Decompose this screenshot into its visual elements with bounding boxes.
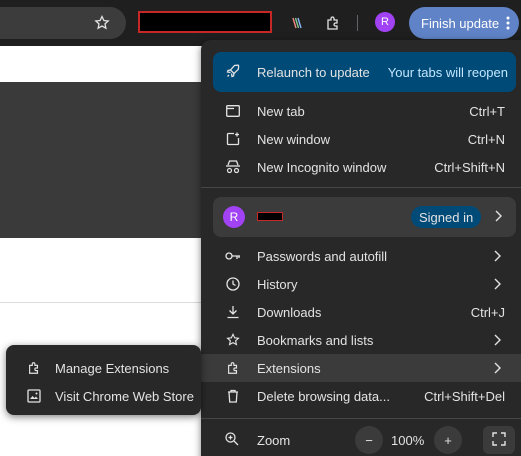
- menu-item-new-incognito-window[interactable]: New Incognito window Ctrl+Shift+N: [201, 153, 521, 181]
- star-icon[interactable]: [91, 12, 113, 34]
- menu-item-label: New Incognito window: [257, 160, 387, 175]
- submenu-item-label: Visit Chrome Web Store: [55, 389, 194, 404]
- profile-avatar: R: [223, 206, 245, 228]
- chevron-right-icon: [493, 334, 501, 349]
- star-icon: [225, 332, 241, 348]
- toolbar-separator: [357, 15, 358, 31]
- menu-item-label: History: [257, 277, 298, 292]
- menu-item-new-window[interactable]: New window Ctrl+N: [201, 125, 521, 153]
- fullscreen-icon: [492, 431, 506, 449]
- key-icon: [225, 248, 241, 264]
- menu-item-label: New tab: [257, 104, 305, 119]
- fullscreen-button[interactable]: [483, 426, 515, 454]
- web-store-icon: [26, 388, 42, 404]
- menu-item-bookmarks-and-lists[interactable]: Bookmarks and lists: [201, 326, 521, 354]
- rocket-icon: [225, 63, 241, 82]
- submenu-item-visit-chrome-web-store[interactable]: Visit Chrome Web Store: [6, 382, 201, 410]
- zoom-icon: [225, 432, 239, 449]
- extensions-submenu: Manage Extensions Visit Chrome Web Store: [6, 345, 201, 415]
- chrome-main-menu: Relaunch to update Your tabs will reopen…: [201, 40, 521, 456]
- incognito-icon: [225, 159, 241, 175]
- menu-divider: [201, 187, 521, 188]
- menu-item-shortcut: Ctrl+J: [470, 305, 505, 320]
- chevron-right-icon: [493, 250, 501, 265]
- menu-item-history[interactable]: History: [201, 270, 521, 298]
- menu-item-shortcut: Ctrl+Shift+N: [434, 160, 505, 175]
- chevron-right-icon: [494, 210, 502, 225]
- zoom-minus-glyph: −: [365, 432, 373, 448]
- new-window-icon: [225, 131, 241, 147]
- relaunch-to-update-button[interactable]: Relaunch to update Your tabs will reopen: [213, 52, 516, 92]
- zoom-label: Zoom: [257, 433, 291, 448]
- submenu-item-manage-extensions[interactable]: Manage Extensions: [6, 354, 201, 382]
- zoom-in-button[interactable]: +: [434, 426, 462, 454]
- extensions-puzzle-icon: [26, 360, 42, 376]
- submenu-item-label: Manage Extensions: [55, 361, 170, 376]
- menu-item-shortcut: Ctrl+T: [469, 104, 505, 119]
- finish-update-button[interactable]: Finish update: [409, 7, 519, 39]
- signed-in-badge: Signed in: [411, 206, 482, 228]
- menu-item-label: Extensions: [257, 361, 321, 376]
- menu-item-delete-browsing-data[interactable]: Delete browsing data... Ctrl+Shift+Del: [201, 382, 521, 410]
- zoom-out-button[interactable]: −: [355, 426, 383, 454]
- redacted-extension-area: [138, 11, 272, 33]
- menu-item-new-tab[interactable]: New tab Ctrl+T: [201, 97, 521, 125]
- menu-item-label: Downloads: [257, 305, 322, 320]
- trash-icon: [225, 388, 241, 404]
- profile-row[interactable]: R Signed in: [213, 197, 516, 237]
- chevron-right-icon: [493, 362, 501, 377]
- history-icon: [225, 276, 241, 292]
- new-tab-icon: [225, 103, 241, 119]
- finish-update-label: Finish update: [421, 15, 500, 31]
- zoom-level: 100%: [391, 433, 425, 448]
- relaunch-label: Relaunch to update: [257, 65, 370, 80]
- color-extension-icon[interactable]: [286, 12, 308, 34]
- extensions-puzzle-icon: [225, 360, 241, 376]
- menu-item-label: Delete browsing data...: [257, 389, 390, 404]
- menu-item-shortcut: Ctrl+N: [467, 132, 505, 147]
- menu-item-passwords-and-autofill[interactable]: Passwords and autofill: [201, 242, 521, 270]
- menu-divider: [201, 418, 521, 419]
- menu-item-shortcut: Ctrl+Shift+Del: [424, 389, 505, 404]
- extensions-puzzle-icon[interactable]: [322, 12, 344, 34]
- profile-avatar-button[interactable]: R: [375, 12, 395, 32]
- download-icon: [225, 304, 241, 320]
- menu-item-label: Passwords and autofill: [257, 249, 388, 264]
- chevron-right-icon: [493, 278, 501, 293]
- more-vert-icon: [506, 15, 510, 34]
- menu-item-label: Bookmarks and lists: [257, 333, 374, 348]
- redacted-profile-name: [257, 212, 283, 221]
- relaunch-note: Your tabs will reopen: [387, 65, 508, 80]
- zoom-plus-glyph: +: [444, 432, 452, 448]
- menu-item-label: New window: [257, 132, 330, 147]
- menu-item-downloads[interactable]: Downloads Ctrl+J: [201, 298, 521, 326]
- zoom-row: Zoom − 100% +: [201, 424, 521, 456]
- menu-item-extensions[interactable]: Extensions: [201, 354, 521, 382]
